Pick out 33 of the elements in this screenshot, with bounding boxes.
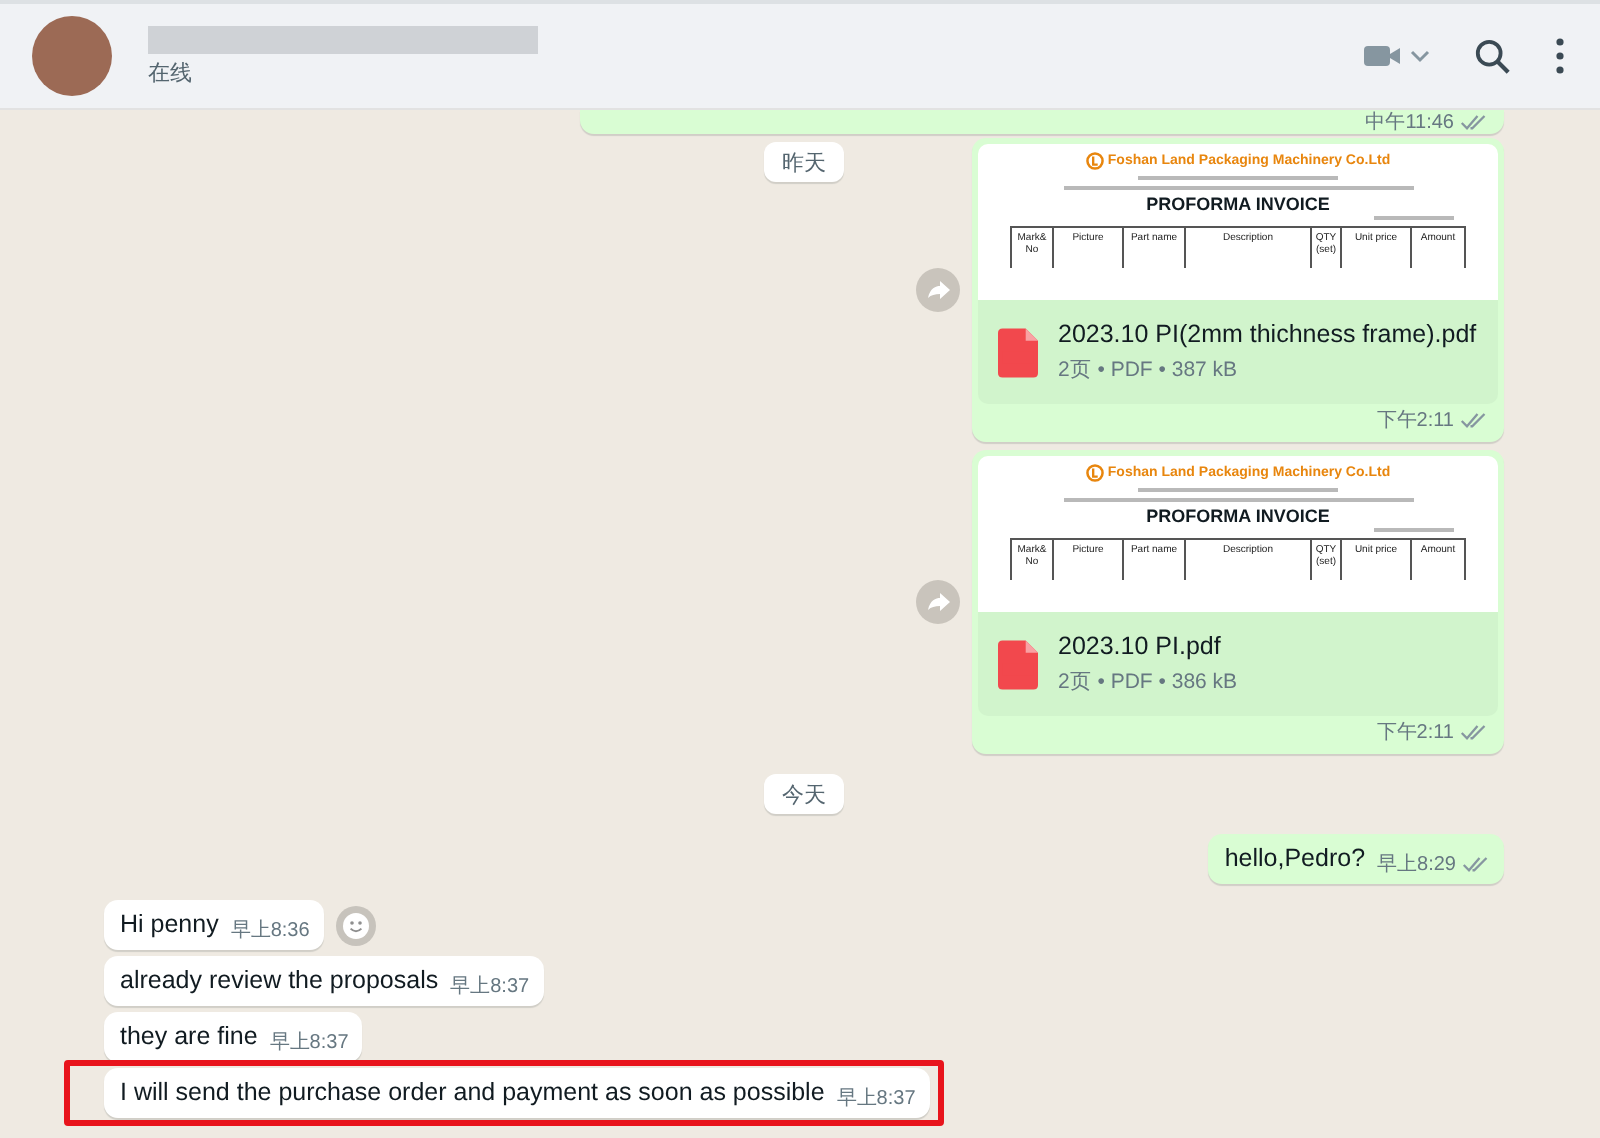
message-time: 下午2:11 — [1376, 720, 1454, 746]
message-time: 下午2:11 — [1376, 408, 1454, 434]
search-icon[interactable] — [1474, 37, 1512, 75]
document-title: PROFORMA INVOICE — [1146, 194, 1330, 214]
document-title: PROFORMA INVOICE — [1146, 506, 1330, 526]
file-details: 2页 • PDF • 387 kB — [1058, 356, 1240, 384]
forward-icon[interactable] — [916, 268, 960, 312]
message-time: 早上8:37 — [269, 1029, 349, 1056]
date-chip: 昨天 — [764, 142, 844, 182]
menu-icon[interactable] — [1556, 38, 1564, 74]
message-time: 中午11:46 — [1365, 109, 1454, 136]
smiley-icon[interactable] — [335, 905, 376, 945]
message-time: 早上8:29 — [1377, 851, 1456, 878]
pdf-file-icon — [998, 639, 1038, 689]
message-text: they are fine — [120, 1022, 258, 1052]
date-chip: 今天 — [764, 774, 844, 814]
message-time: 早上8:37 — [450, 973, 530, 1000]
message-text: Hi penny — [120, 910, 219, 940]
avatar[interactable] — [32, 16, 112, 96]
forward-icon[interactable] — [916, 580, 960, 624]
message-text: already review the proposals — [120, 966, 439, 996]
pdf-file-icon — [998, 327, 1038, 377]
message-text: hello,Pedro? — [1224, 844, 1366, 874]
company-logo-icon — [1085, 464, 1104, 482]
message-time: 早上8:37 — [836, 1085, 916, 1112]
video-call-icon[interactable] — [1362, 40, 1430, 72]
file-name: 2023.10 PI(2mm thichness frame).pdf — [1058, 320, 1477, 348]
message-text: I will send the purchase order and payment as soon as possible — [120, 1078, 825, 1108]
file-details: 2页 • PDF • 386 kB — [1058, 668, 1238, 696]
company-logo-icon — [1085, 152, 1104, 170]
message-time: 早上8:36 — [230, 917, 310, 944]
file-name: 2023.10 PI.pdf — [1058, 632, 1223, 660]
contact-status: 在线 — [148, 59, 194, 87]
